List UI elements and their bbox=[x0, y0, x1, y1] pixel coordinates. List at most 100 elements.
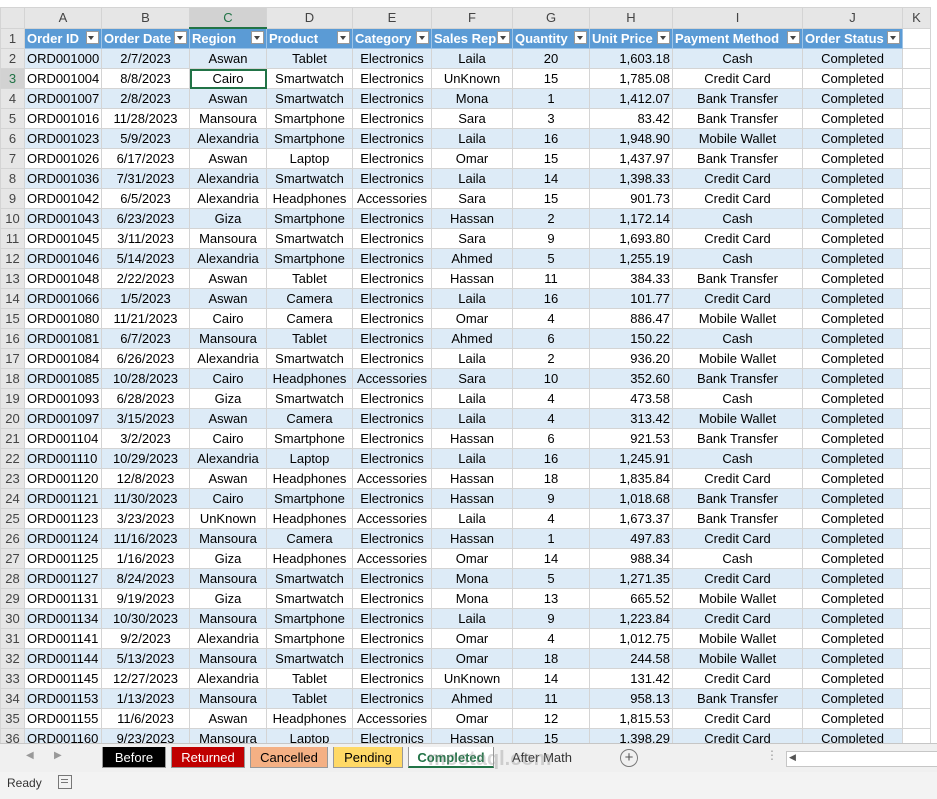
filter-dropdown-icon[interactable] bbox=[416, 30, 429, 44]
cell-category[interactable]: Electronics bbox=[352, 168, 432, 189]
cell-category[interactable]: Electronics bbox=[352, 388, 432, 409]
cell-order-status[interactable]: Completed bbox=[802, 588, 903, 609]
cell-category[interactable]: Electronics bbox=[352, 568, 432, 589]
sheet-tab-returned[interactable]: Returned bbox=[171, 747, 245, 768]
cell-payment-method[interactable]: Mobile Wallet bbox=[672, 308, 803, 329]
cell-order-date[interactable]: 2/22/2023 bbox=[101, 268, 190, 289]
row-number[interactable]: 14 bbox=[0, 288, 25, 309]
cell-sales-rep[interactable]: Laila bbox=[431, 128, 513, 149]
sheet-tab-before[interactable]: Before bbox=[102, 747, 166, 768]
cell-order-date[interactable]: 11/28/2023 bbox=[101, 108, 190, 129]
cell-payment-method[interactable]: Credit Card bbox=[672, 468, 803, 489]
cell-category[interactable]: Electronics bbox=[352, 348, 432, 369]
empty-cell[interactable] bbox=[902, 148, 931, 169]
cell-order-date[interactable]: 11/30/2023 bbox=[101, 488, 190, 509]
cell-category[interactable]: Electronics bbox=[352, 328, 432, 349]
cell-sales-rep[interactable]: Mona bbox=[431, 588, 513, 609]
cell-sales-rep[interactable]: Laila bbox=[431, 288, 513, 309]
column-header-c[interactable]: C bbox=[189, 7, 267, 29]
empty-cell[interactable] bbox=[902, 248, 931, 269]
row-number[interactable]: 24 bbox=[0, 488, 25, 509]
cell-product[interactable]: Smartphone bbox=[266, 248, 353, 269]
row-number[interactable]: 16 bbox=[0, 328, 25, 349]
cell-order-date[interactable]: 11/21/2023 bbox=[101, 308, 190, 329]
row-number[interactable]: 12 bbox=[0, 248, 25, 269]
column-header-d[interactable]: D bbox=[266, 7, 353, 29]
sort-filter-icon[interactable] bbox=[86, 30, 99, 44]
cell-product[interactable]: Headphones bbox=[266, 188, 353, 209]
cell-sales-rep[interactable]: Laila bbox=[431, 408, 513, 429]
cell-payment-method[interactable]: Credit Card bbox=[672, 188, 803, 209]
cell-quantity[interactable]: 9 bbox=[512, 488, 590, 509]
cell-category[interactable]: Electronics bbox=[352, 148, 432, 169]
cell-quantity[interactable]: 2 bbox=[512, 348, 590, 369]
cell-region[interactable]: Alexandria bbox=[189, 348, 267, 369]
cell-payment-method[interactable]: Cash bbox=[672, 388, 803, 409]
cell-category[interactable]: Electronics bbox=[352, 648, 432, 669]
cell-sales-rep[interactable]: Omar bbox=[431, 628, 513, 649]
sheet-stats-icon[interactable] bbox=[58, 775, 72, 789]
cell-unit-price[interactable]: 921.53 bbox=[589, 428, 673, 449]
cell-region[interactable]: Cairo bbox=[189, 68, 267, 89]
cell-region[interactable]: Aswan bbox=[189, 708, 267, 729]
cell-quantity[interactable]: 20 bbox=[512, 48, 590, 69]
row-number[interactable]: 30 bbox=[0, 608, 25, 629]
filter-dropdown-icon[interactable] bbox=[887, 30, 900, 44]
cell-payment-method[interactable]: Cash bbox=[672, 248, 803, 269]
cell-quantity[interactable]: 12 bbox=[512, 708, 590, 729]
cell-order-id[interactable]: ORD001007 bbox=[24, 88, 102, 109]
cell-region[interactable]: Giza bbox=[189, 208, 267, 229]
column-header-b[interactable]: B bbox=[101, 7, 190, 29]
cell-product[interactable]: Tablet bbox=[266, 668, 353, 689]
cell-quantity[interactable]: 16 bbox=[512, 448, 590, 469]
cell-region[interactable]: Aswan bbox=[189, 148, 267, 169]
empty-cell[interactable] bbox=[902, 48, 931, 69]
cell-order-date[interactable]: 1/5/2023 bbox=[101, 288, 190, 309]
cell-order-id[interactable]: ORD001124 bbox=[24, 528, 102, 549]
row-number[interactable]: 11 bbox=[0, 228, 25, 249]
empty-cell[interactable] bbox=[902, 568, 931, 589]
cell-payment-method[interactable]: Mobile Wallet bbox=[672, 348, 803, 369]
row-number[interactable]: 23 bbox=[0, 468, 25, 489]
cell-product[interactable]: Camera bbox=[266, 308, 353, 329]
filter-dropdown-icon[interactable] bbox=[497, 30, 510, 44]
row-number[interactable]: 2 bbox=[0, 48, 25, 69]
cell-sales-rep[interactable]: Omar bbox=[431, 548, 513, 569]
cell-order-status[interactable]: Completed bbox=[802, 268, 903, 289]
cell-order-status[interactable]: Completed bbox=[802, 568, 903, 589]
cell-payment-method[interactable]: Mobile Wallet bbox=[672, 128, 803, 149]
cell-order-date[interactable]: 3/2/2023 bbox=[101, 428, 190, 449]
cell-quantity[interactable]: 4 bbox=[512, 388, 590, 409]
cell-order-status[interactable]: Completed bbox=[802, 368, 903, 389]
cell-sales-rep[interactable]: Sara bbox=[431, 188, 513, 209]
cell-unit-price[interactable]: 1,948.90 bbox=[589, 128, 673, 149]
cell-order-status[interactable]: Completed bbox=[802, 68, 903, 89]
cell-unit-price[interactable]: 352.60 bbox=[589, 368, 673, 389]
header-cell[interactable]: Order ID bbox=[24, 27, 102, 49]
empty-cell[interactable] bbox=[902, 208, 931, 229]
cell-sales-rep[interactable]: Hassan bbox=[431, 528, 513, 549]
cell-order-status[interactable]: Completed bbox=[802, 148, 903, 169]
cell-category[interactable]: Electronics bbox=[352, 228, 432, 249]
cell-product[interactable]: Smartwatch bbox=[266, 588, 353, 609]
cell-order-status[interactable]: Completed bbox=[802, 448, 903, 469]
cell-region[interactable]: UnKnown bbox=[189, 508, 267, 529]
cell-payment-method[interactable]: Bank Transfer bbox=[672, 268, 803, 289]
cell-product[interactable]: Headphones bbox=[266, 548, 353, 569]
filter-dropdown-icon[interactable] bbox=[574, 30, 587, 44]
empty-cell[interactable] bbox=[902, 428, 931, 449]
cell-order-status[interactable]: Completed bbox=[802, 648, 903, 669]
cell-quantity[interactable]: 4 bbox=[512, 308, 590, 329]
cell-category[interactable]: Electronics bbox=[352, 68, 432, 89]
header-cell[interactable]: Sales Rep bbox=[431, 27, 513, 49]
cell-category[interactable]: Electronics bbox=[352, 668, 432, 689]
cell-sales-rep[interactable]: Laila bbox=[431, 448, 513, 469]
header-cell[interactable]: Quantity bbox=[512, 27, 590, 49]
cell-order-status[interactable]: Completed bbox=[802, 388, 903, 409]
cell-sales-rep[interactable]: Laila bbox=[431, 48, 513, 69]
cell-unit-price[interactable]: 958.13 bbox=[589, 688, 673, 709]
cell-product[interactable]: Laptop bbox=[266, 448, 353, 469]
cell-category[interactable]: Electronics bbox=[352, 528, 432, 549]
cell-unit-price[interactable]: 988.34 bbox=[589, 548, 673, 569]
cell-region[interactable]: Alexandria bbox=[189, 668, 267, 689]
